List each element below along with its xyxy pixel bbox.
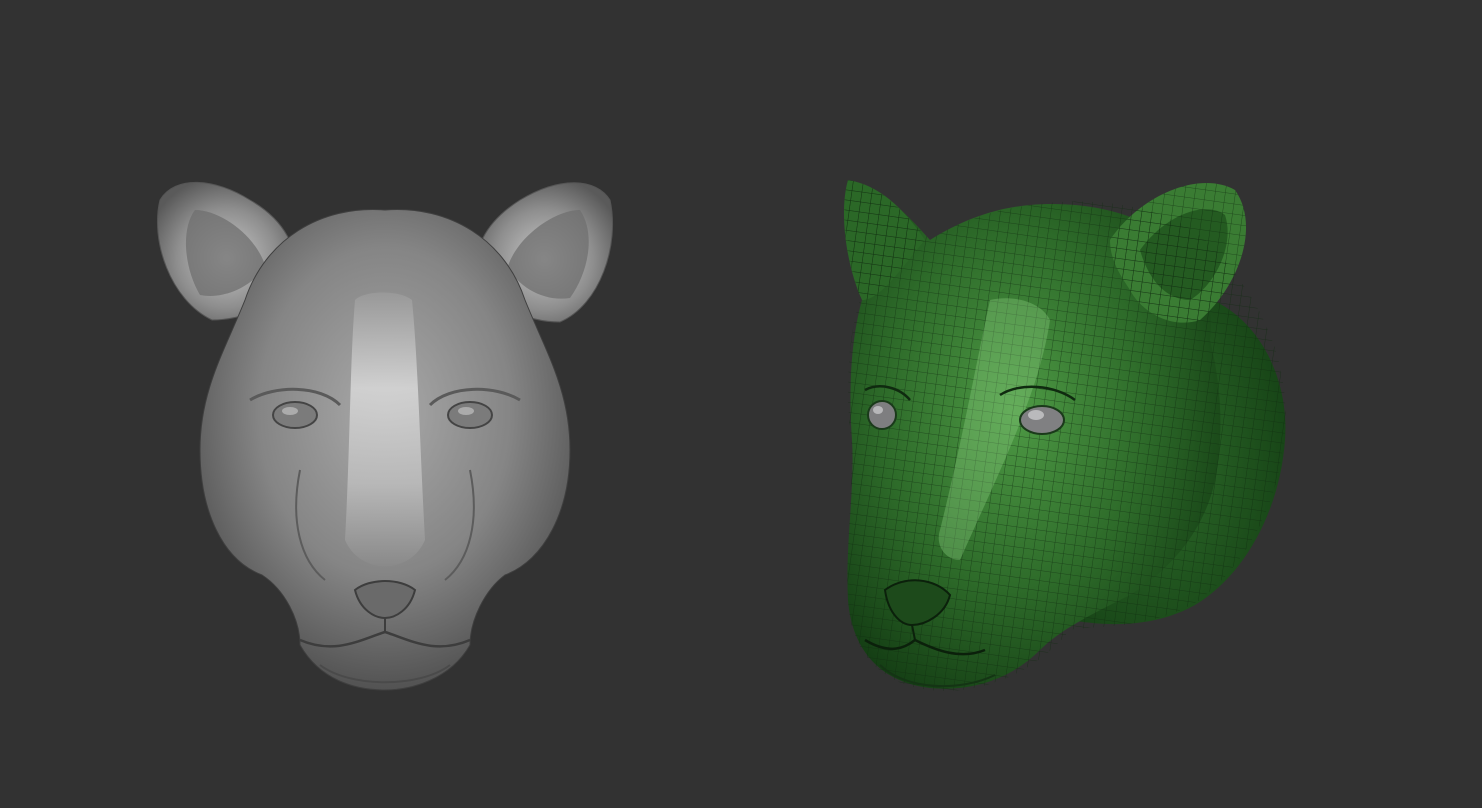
green-right-eye [1019, 405, 1065, 435]
green-panther-head-model[interactable] [0, 0, 1482, 808]
green-left-eye [867, 400, 897, 430]
3d-viewport[interactable] [0, 0, 1482, 808]
